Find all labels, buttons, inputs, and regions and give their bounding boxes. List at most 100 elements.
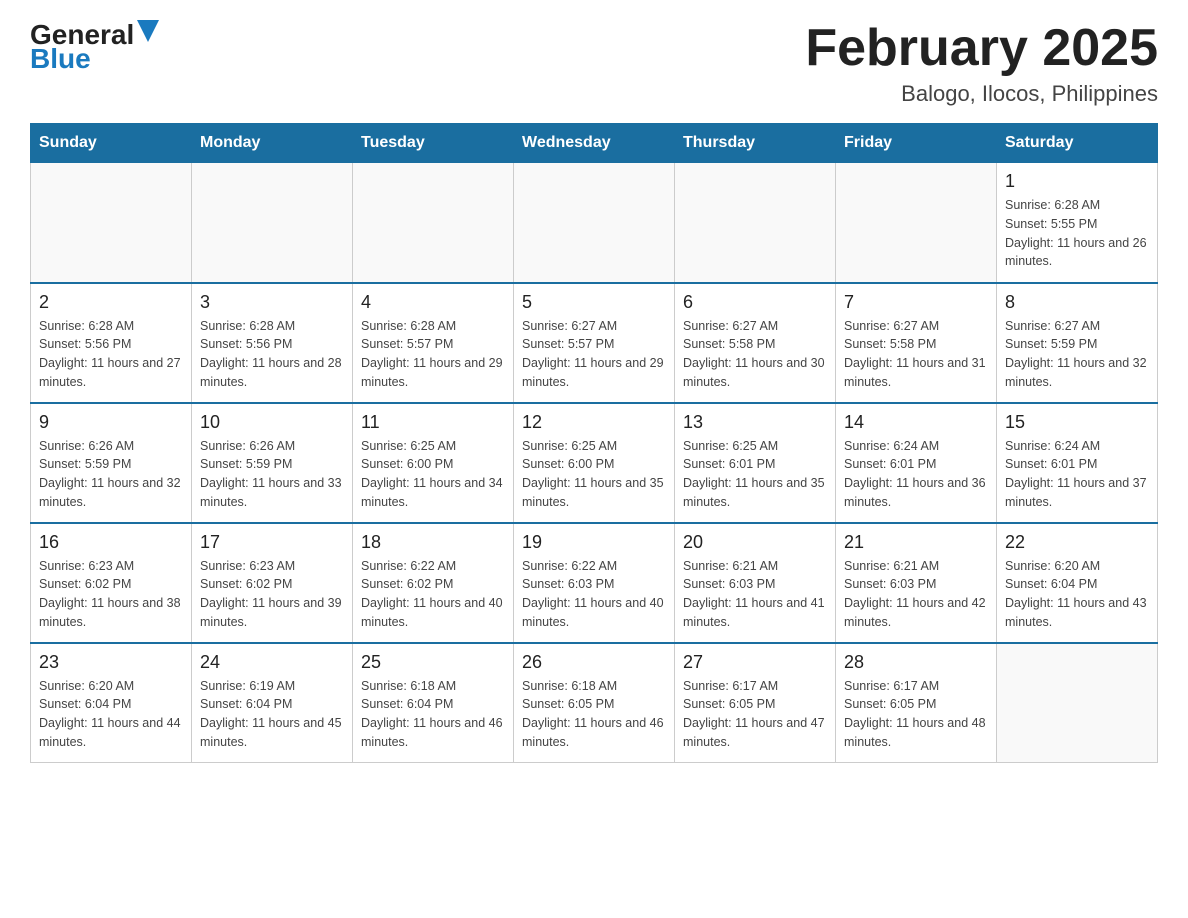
day-info: Sunrise: 6:24 AMSunset: 6:01 PMDaylight:… bbox=[844, 437, 988, 512]
day-number: 8 bbox=[1005, 292, 1149, 313]
calendar-cell: 17 Sunrise: 6:23 AMSunset: 6:02 PMDayligh… bbox=[192, 523, 353, 643]
week-row-2: 2 Sunrise: 6:28 AMSunset: 5:56 PMDaylight… bbox=[31, 283, 1158, 403]
day-number: 2 bbox=[39, 292, 183, 313]
day-number: 5 bbox=[522, 292, 666, 313]
calendar-table: SundayMondayTuesdayWednesdayThursdayFrid… bbox=[30, 123, 1158, 763]
day-info: Sunrise: 6:25 AMSunset: 6:00 PMDaylight:… bbox=[522, 437, 666, 512]
month-title: February 2025 bbox=[805, 20, 1158, 77]
day-info: Sunrise: 6:17 AMSunset: 6:05 PMDaylight:… bbox=[844, 677, 988, 752]
day-number: 6 bbox=[683, 292, 827, 313]
day-info: Sunrise: 6:25 AMSunset: 6:01 PMDaylight:… bbox=[683, 437, 827, 512]
day-number: 20 bbox=[683, 532, 827, 553]
day-info: Sunrise: 6:28 AMSunset: 5:57 PMDaylight:… bbox=[361, 317, 505, 392]
day-number: 3 bbox=[200, 292, 344, 313]
logo-blue-text: Blue bbox=[30, 45, 159, 73]
day-number: 27 bbox=[683, 652, 827, 673]
calendar-cell: 26 Sunrise: 6:18 AMSunset: 6:05 PMDayligh… bbox=[514, 643, 675, 763]
calendar-cell: 13 Sunrise: 6:25 AMSunset: 6:01 PMDayligh… bbox=[675, 403, 836, 523]
calendar-cell: 12 Sunrise: 6:25 AMSunset: 6:00 PMDayligh… bbox=[514, 403, 675, 523]
day-info: Sunrise: 6:20 AMSunset: 6:04 PMDaylight:… bbox=[39, 677, 183, 752]
calendar-cell: 15 Sunrise: 6:24 AMSunset: 6:01 PMDayligh… bbox=[997, 403, 1158, 523]
calendar-cell: 3 Sunrise: 6:28 AMSunset: 5:56 PMDaylight… bbox=[192, 283, 353, 403]
day-number: 1 bbox=[1005, 171, 1149, 192]
calendar-cell: 1Sunrise: 6:28 AMSunset: 5:55 PMDaylight… bbox=[997, 163, 1158, 283]
calendar-cell bbox=[836, 163, 997, 283]
day-info: Sunrise: 6:21 AMSunset: 6:03 PMDaylight:… bbox=[844, 557, 988, 632]
day-info: Sunrise: 6:20 AMSunset: 6:04 PMDaylight:… bbox=[1005, 557, 1149, 632]
calendar-cell bbox=[353, 163, 514, 283]
day-info: Sunrise: 6:27 AMSunset: 5:58 PMDaylight:… bbox=[683, 317, 827, 392]
calendar-cell: 2 Sunrise: 6:28 AMSunset: 5:56 PMDaylight… bbox=[31, 283, 192, 403]
day-number: 10 bbox=[200, 412, 344, 433]
day-info: Sunrise: 6:26 AMSunset: 5:59 PMDaylight:… bbox=[200, 437, 344, 512]
day-info: Sunrise: 6:22 AMSunset: 6:03 PMDaylight:… bbox=[522, 557, 666, 632]
header-cell-wednesday: Wednesday bbox=[514, 124, 675, 163]
calendar-cell: 11Sunrise: 6:25 AMSunset: 6:00 PMDayligh… bbox=[353, 403, 514, 523]
calendar-cell bbox=[514, 163, 675, 283]
day-info: Sunrise: 6:19 AMSunset: 6:04 PMDaylight:… bbox=[200, 677, 344, 752]
calendar-cell bbox=[997, 643, 1158, 763]
day-info: Sunrise: 6:21 AMSunset: 6:03 PMDaylight:… bbox=[683, 557, 827, 632]
calendar-cell: 28 Sunrise: 6:17 AMSunset: 6:05 PMDayligh… bbox=[836, 643, 997, 763]
week-row-3: 9 Sunrise: 6:26 AMSunset: 5:59 PMDaylight… bbox=[31, 403, 1158, 523]
calendar-cell: 16Sunrise: 6:23 AMSunset: 6:02 PMDayligh… bbox=[31, 523, 192, 643]
page-header: General Blue February 2025 Balogo, Iloco… bbox=[30, 20, 1158, 107]
day-info: Sunrise: 6:18 AMSunset: 6:05 PMDaylight:… bbox=[522, 677, 666, 752]
calendar-cell bbox=[192, 163, 353, 283]
day-number: 28 bbox=[844, 652, 988, 673]
day-info: Sunrise: 6:28 AMSunset: 5:56 PMDaylight:… bbox=[39, 317, 183, 392]
header-cell-sunday: Sunday bbox=[31, 124, 192, 163]
logo-arrow-icon bbox=[137, 20, 159, 42]
calendar-cell: 19 Sunrise: 6:22 AMSunset: 6:03 PMDayligh… bbox=[514, 523, 675, 643]
day-info: Sunrise: 6:26 AMSunset: 5:59 PMDaylight:… bbox=[39, 437, 183, 512]
calendar-cell: 10 Sunrise: 6:26 AMSunset: 5:59 PMDayligh… bbox=[192, 403, 353, 523]
calendar-cell: 9 Sunrise: 6:26 AMSunset: 5:59 PMDaylight… bbox=[31, 403, 192, 523]
day-number: 7 bbox=[844, 292, 988, 313]
day-number: 13 bbox=[683, 412, 827, 433]
day-info: Sunrise: 6:27 AMSunset: 5:58 PMDaylight:… bbox=[844, 317, 988, 392]
week-row-5: 23 Sunrise: 6:20 AMSunset: 6:04 PMDayligh… bbox=[31, 643, 1158, 763]
header-cell-monday: Monday bbox=[192, 124, 353, 163]
calendar-cell: 20 Sunrise: 6:21 AMSunset: 6:03 PMDayligh… bbox=[675, 523, 836, 643]
day-info: Sunrise: 6:22 AMSunset: 6:02 PMDaylight:… bbox=[361, 557, 505, 632]
calendar-header: SundayMondayTuesdayWednesdayThursdayFrid… bbox=[31, 124, 1158, 163]
calendar-cell: 7 Sunrise: 6:27 AMSunset: 5:58 PMDaylight… bbox=[836, 283, 997, 403]
day-info: Sunrise: 6:24 AMSunset: 6:01 PMDaylight:… bbox=[1005, 437, 1149, 512]
day-info: Sunrise: 6:28 AMSunset: 5:56 PMDaylight:… bbox=[200, 317, 344, 392]
day-number: 12 bbox=[522, 412, 666, 433]
calendar-cell: 6 Sunrise: 6:27 AMSunset: 5:58 PMDaylight… bbox=[675, 283, 836, 403]
day-number: 14 bbox=[844, 412, 988, 433]
day-info: Sunrise: 6:17 AMSunset: 6:05 PMDaylight:… bbox=[683, 677, 827, 752]
day-number: 17 bbox=[200, 532, 344, 553]
day-number: 25 bbox=[361, 652, 505, 673]
day-number: 9 bbox=[39, 412, 183, 433]
day-info: Sunrise: 6:25 AMSunset: 6:00 PMDaylight:… bbox=[361, 437, 505, 512]
day-number: 26 bbox=[522, 652, 666, 673]
calendar-cell: 25Sunrise: 6:18 AMSunset: 6:04 PMDayligh… bbox=[353, 643, 514, 763]
day-info: Sunrise: 6:27 AMSunset: 5:59 PMDaylight:… bbox=[1005, 317, 1149, 392]
day-number: 4 bbox=[361, 292, 505, 313]
day-number: 23 bbox=[39, 652, 183, 673]
calendar-cell: 24 Sunrise: 6:19 AMSunset: 6:04 PMDayligh… bbox=[192, 643, 353, 763]
day-number: 16 bbox=[39, 532, 183, 553]
location-subtitle: Balogo, Ilocos, Philippines bbox=[805, 81, 1158, 107]
day-info: Sunrise: 6:23 AMSunset: 6:02 PMDaylight:… bbox=[200, 557, 344, 632]
week-row-4: 16 Sunrise: 6:23 AMSunset: 6:02 PMDayligh… bbox=[31, 523, 1158, 643]
day-info: Sunrise: 6:27 AMSunset: 5:57 PMDaylight:… bbox=[522, 317, 666, 392]
title-section: February 2025 Balogo, Ilocos, Philippine… bbox=[805, 20, 1158, 107]
header-cell-tuesday: Tuesday bbox=[353, 124, 514, 163]
week-row-1: 1Sunrise: 6:28 AMSunset: 5:55 PMDaylight… bbox=[31, 163, 1158, 283]
day-number: 19 bbox=[522, 532, 666, 553]
calendar-cell: 27 Sunrise: 6:17 AMSunset: 6:05 PMDayligh… bbox=[675, 643, 836, 763]
header-row: SundayMondayTuesdayWednesdayThursdayFrid… bbox=[31, 124, 1158, 163]
calendar-cell: 8 Sunrise: 6:27 AMSunset: 5:59 PMDaylight… bbox=[997, 283, 1158, 403]
logo: General Blue bbox=[30, 20, 159, 73]
calendar-cell: 21Sunrise: 6:21 AMSunset: 6:03 PMDayligh… bbox=[836, 523, 997, 643]
calendar-cell: 18Sunrise: 6:22 AMSunset: 6:02 PMDayligh… bbox=[353, 523, 514, 643]
day-number: 15 bbox=[1005, 412, 1149, 433]
header-cell-friday: Friday bbox=[836, 124, 997, 163]
calendar-cell: 4 Sunrise: 6:28 AMSunset: 5:57 PMDaylight… bbox=[353, 283, 514, 403]
day-number: 22 bbox=[1005, 532, 1149, 553]
day-number: 24 bbox=[200, 652, 344, 673]
calendar-cell: 22 Sunrise: 6:20 AMSunset: 6:04 PMDayligh… bbox=[997, 523, 1158, 643]
